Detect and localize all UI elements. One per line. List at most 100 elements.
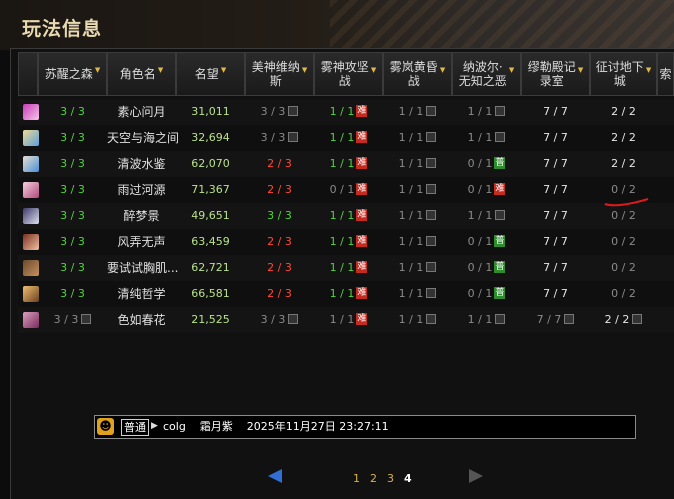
cell-nabol: 1 / 1 [452,125,521,151]
cell-dusk: 1 / 1 [383,307,452,333]
chat-input-text[interactable]: colg 霜月紫 2025年11月27日 23:27:11 [163,416,389,438]
cell-nabol: 0 / 1普 [452,229,521,255]
column-header-muller[interactable]: 缪勒殿记 录室 ▼ [521,52,590,96]
cell-wake: 3 / 3 [38,203,107,229]
lock-icon [288,106,299,116]
hard-mode-badge: 难 [356,235,368,247]
mist-value: 0 / 1 [329,183,355,196]
mist-value: 1 / 1 [329,235,355,248]
cell-name: 醉梦景 [107,203,176,229]
lock-icon [426,184,437,194]
page-link-3[interactable]: 3 [387,472,394,485]
dungeon-value: 2 / 2 [611,131,636,144]
column-header-name[interactable]: 角色名 ▼ [107,52,176,96]
wake-value: 3 / 3 [53,313,79,326]
cell-name: 风弄无声 [107,229,176,255]
cell-muller: 7 / 7 [521,99,590,125]
column-header-fame[interactable]: 名望 ▼ [176,52,245,96]
channel-arrow-icon[interactable]: ▶ [151,419,158,434]
dungeon-value: 0 / 2 [611,183,636,196]
sort-arrow-icon[interactable]: ▼ [95,63,100,77]
cell-mist: 1 / 1难 [314,307,383,333]
chat-input-bar[interactable]: ☻ 普通 ▶ colg 霜月紫 2025年11月27日 23:27:11 [94,415,636,439]
cell-dungeon: 0 / 2 [590,229,657,255]
lock-icon [426,132,437,142]
fame-value: 66,581 [191,287,230,300]
table-row[interactable]: 3 / 3 素心问月 31,011 3 / 31 / 1难1 / 11 / 17 / … [18,99,674,125]
sort-arrow-icon[interactable]: ▼ [371,63,376,77]
sort-arrow-icon[interactable]: ▼ [302,63,307,77]
column-header-label: 征讨地下 城 [595,60,644,88]
dusk-value: 1 / 1 [398,313,424,326]
name-value: 素心问月 [117,105,166,119]
table-row[interactable]: 3 / 3 雨过河源 71,367 2 / 30 / 1难1 / 10 / 1难7 /… [18,177,674,203]
name-value: 风弄无声 [117,235,166,249]
next-page-arrow-icon[interactable] [469,469,483,483]
column-header-dusk[interactable]: 雾岚黄昏 战 ▼ [383,52,452,96]
cell-fame: 63,459 [176,229,245,255]
chat-channel-button[interactable]: 普通 [121,419,149,436]
sort-arrow-icon[interactable]: ▼ [221,63,226,77]
table-row[interactable]: 3 / 3 要试试胸肌... 62,721 2 / 31 / 1难1 / 10 / 1… [18,255,674,281]
fame-value: 49,651 [191,209,230,222]
column-header-mist[interactable]: 雾神攻坚 战 ▼ [314,52,383,96]
cell-wake: 3 / 3 [38,255,107,281]
column-header-blank [18,52,38,96]
venus-value: 2 / 3 [267,157,292,170]
muller-value: 7 / 7 [536,313,562,326]
column-header-venus[interactable]: 美神维纳 斯 ▼ [245,52,314,96]
nabol-value: 1 / 1 [467,105,493,118]
sort-arrow-icon[interactable]: ▼ [646,63,651,77]
page-link-1[interactable]: 1 [353,472,360,485]
cell-dusk: 1 / 1 [383,125,452,151]
character-avatar-icon [23,260,39,276]
muller-value: 7 / 7 [543,157,568,170]
nabol-value: 0 / 1 [467,183,493,196]
table-row[interactable]: 3 / 3 清波水鉴 62,070 2 / 31 / 1难1 / 10 / 1普7 /… [18,151,674,177]
column-header-label: 苏醒之森 [44,67,93,81]
cell-muller: 7 / 7 [521,307,590,333]
table-row[interactable]: 3 / 3 醉梦景 49,651 3 / 31 / 1难1 / 11 / 17 / 7… [18,203,674,229]
column-header-label: 雾岚黄昏 战 [389,60,438,88]
cell-name: 清波水鉴 [107,151,176,177]
table-row[interactable]: 3 / 3 色如春花 21,525 3 / 31 / 1难1 / 11 / 17 / … [18,307,674,333]
cell-fame: 62,721 [176,255,245,281]
column-header-dungeon[interactable]: 征讨地下 城 ▼ [590,52,657,96]
column-header-nabol[interactable]: 纳波尔· 无知之恶 ▼ [452,52,521,96]
column-header-wake[interactable]: 苏醒之森 ▼ [38,52,107,96]
sort-arrow-icon[interactable]: ▼ [509,63,514,77]
cell-fame: 49,651 [176,203,245,229]
page-link-2[interactable]: 2 [370,472,377,485]
cell-venus: 2 / 3 [245,281,314,307]
table-row[interactable]: 3 / 3 清纯哲学 66,581 2 / 31 / 1难1 / 10 / 1普7 /… [18,281,674,307]
cell-muller: 7 / 7 [521,203,590,229]
hard-mode-badge: 难 [356,313,368,325]
venus-value: 3 / 3 [267,209,292,222]
dusk-value: 1 / 1 [398,287,424,300]
hard-mode-badge: 难 [356,261,368,273]
sort-arrow-icon[interactable]: ▼ [158,63,163,77]
nabol-value: 1 / 1 [467,209,493,222]
sort-arrow-icon[interactable]: ▼ [440,63,445,77]
column-header-label: 名望 [194,67,219,81]
emoji-icon[interactable]: ☻ [97,418,114,435]
cell-nabol: 0 / 1普 [452,151,521,177]
lock-icon [426,314,437,324]
cell-fame: 71,367 [176,177,245,203]
normal-mode-badge: 普 [494,235,506,247]
table-row[interactable]: 3 / 3 天空与海之间 32,694 3 / 31 / 1难1 / 11 / 17 … [18,125,674,151]
dungeon-value: 2 / 2 [604,313,630,326]
page-link-4[interactable]: 4 [404,472,412,485]
character-avatar-icon [23,208,39,224]
cell-venus: 2 / 3 [245,255,314,281]
cell-muller: 7 / 7 [521,281,590,307]
table-row[interactable]: 3 / 3 风弄无声 63,459 2 / 31 / 1难1 / 10 / 1普7 /… [18,229,674,255]
cell-nabol: 0 / 1普 [452,281,521,307]
cell-nabol: 1 / 1 [452,307,521,333]
cell-muller: 7 / 7 [521,125,590,151]
lock-icon [288,314,299,324]
sort-arrow-icon[interactable]: ▼ [578,63,583,77]
name-value: 天空与海之间 [107,131,180,145]
name-value: 清波水鉴 [117,157,166,171]
prev-page-arrow-icon[interactable] [268,469,282,483]
